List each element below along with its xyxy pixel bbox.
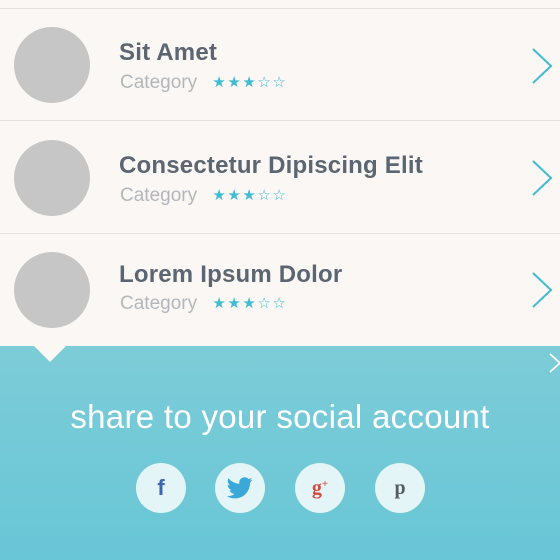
share-heading: share to your social account (70, 398, 490, 435)
item-category: Category (120, 293, 198, 314)
star-empty-icon: ☆ (257, 187, 271, 204)
star-filled-icon: ★ (242, 74, 256, 91)
star-filled-icon: ★ (227, 295, 241, 312)
item-title: Sit Amet (119, 39, 218, 66)
pinterest-icon: p (394, 477, 406, 499)
google-plus-share-button[interactable]: g+ (295, 463, 345, 513)
chevron-right-icon[interactable] (530, 47, 554, 85)
avatar (14, 27, 90, 103)
list-item[interactable]: Consectetur Dipiscing Elit Category ★ ★ ★ ☆… (0, 120, 560, 233)
pinterest-share-button[interactable]: p (375, 463, 425, 513)
star-rating: ★ ★ ★ ☆ ☆ (212, 74, 287, 92)
star-filled-icon: ★ (227, 74, 241, 91)
item-meta: Category ★ ★ ★ ☆ ☆ (120, 293, 287, 317)
star-filled-icon: ★ (227, 187, 241, 204)
star-filled-icon: ★ (242, 187, 256, 204)
star-filled-icon: ★ (212, 187, 226, 204)
list-top-edge (0, 0, 560, 8)
facebook-icon: f (157, 475, 165, 500)
star-empty-icon: ☆ (272, 74, 286, 91)
twitter-icon (227, 477, 253, 499)
chevron-right-icon[interactable] (530, 271, 554, 309)
star-rating: ★ ★ ★ ☆ ☆ (212, 187, 287, 205)
avatar (14, 252, 90, 328)
star-filled-icon: ★ (242, 295, 256, 312)
item-category: Category (120, 185, 198, 206)
star-empty-icon: ☆ (257, 74, 271, 91)
avatar (14, 140, 90, 216)
star-empty-icon: ☆ (257, 295, 271, 312)
star-rating: ★ ★ ★ ☆ ☆ (212, 295, 287, 313)
item-list: Sit Amet Category ★ ★ ★ ☆ ☆ Consectetur Dipi… (0, 0, 560, 347)
facebook-share-button[interactable]: f (136, 463, 186, 513)
item-category: Category (120, 72, 198, 93)
star-empty-icon: ☆ (272, 295, 286, 312)
star-filled-icon: ★ (212, 74, 226, 91)
share-panel (0, 346, 560, 560)
list-item[interactable]: Lorem Ipsum Dolor Category ★ ★ ★ ☆ ☆ (0, 233, 560, 347)
item-title: Lorem Ipsum Dolor (119, 261, 343, 288)
google-plus-icon: g+ (311, 477, 329, 499)
list-item[interactable]: Sit Amet Category ★ ★ ★ ☆ ☆ (0, 8, 560, 120)
star-filled-icon: ★ (212, 295, 226, 312)
app-screen: Sit Amet Category ★ ★ ★ ☆ ☆ Consectetur Dipi… (0, 0, 560, 560)
star-empty-icon: ☆ (272, 187, 286, 204)
item-meta: Category ★ ★ ★ ☆ ☆ (120, 185, 287, 209)
chevron-right-icon[interactable] (530, 159, 554, 197)
item-title: Consectetur Dipiscing Elit (119, 152, 423, 179)
chevron-right-icon[interactable] (548, 352, 560, 374)
twitter-share-button[interactable] (215, 463, 265, 513)
item-meta: Category ★ ★ ★ ☆ ☆ (120, 72, 287, 96)
panel-pointer (34, 346, 66, 362)
